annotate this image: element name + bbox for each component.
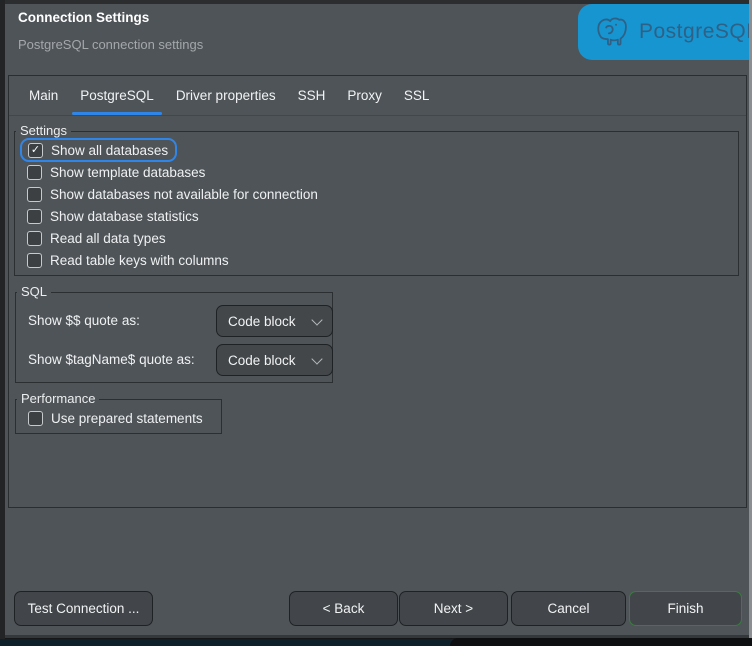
dollar-quote-label: Show $$ quote as: [28,313,140,328]
performance-group: Performance Use prepared statements [15,399,222,434]
dropdown-value: Code block [228,353,296,368]
dialog-top-edge [5,0,752,4]
cancel-button[interactable]: Cancel [511,591,626,626]
page-title: Connection Settings [18,10,149,25]
checkbox-unchecked[interactable] [27,253,42,268]
checkbox-row-read-all-data-types[interactable]: Read all data types [15,227,738,249]
tab-postgresql[interactable]: PostgreSQL [69,76,165,115]
checkbox-unchecked[interactable] [27,209,42,224]
finish-button[interactable]: Finish [629,591,742,626]
tab-driver-properties[interactable]: Driver properties [165,76,287,115]
checkbox-row-show-all-databases[interactable]: ✓ Show all databases [20,138,177,162]
dialog-bottom-edge [5,635,752,638]
test-connection-button[interactable]: Test Connection ... [14,591,153,626]
checkbox-unchecked[interactable] [28,411,43,426]
checkbox-label: Use prepared statements [51,411,203,426]
checkbox-row-show-template-databases[interactable]: Show template databases [15,161,738,183]
checkbox-unchecked[interactable] [27,187,42,202]
postgresql-logo-badge: PostgreSQL [578,4,752,60]
dollar-quote-dropdown[interactable]: Code block [216,305,333,337]
tab-ssl[interactable]: SSL [393,76,441,115]
tab-proxy[interactable]: Proxy [336,76,393,115]
settings-group: Settings ✓ Show all databases Show templ… [14,131,739,276]
tab-bar: Main PostgreSQL Driver properties SSH Pr… [9,76,746,116]
performance-group-legend: Performance [17,391,99,406]
connection-settings-dialog: Connection Settings PostgreSQL connectio… [5,0,752,638]
page-subtitle: PostgreSQL connection settings [18,37,203,52]
checkbox-row-use-prepared-statements[interactable]: Use prepared statements [16,407,221,429]
sql-group: SQL Show $$ quote as: Code block Show $t… [15,292,333,383]
background-window-corner [450,638,752,646]
checkbox-row-read-table-keys[interactable]: Read table keys with columns [15,249,738,271]
checkbox-label: Show databases not available for connect… [50,187,318,202]
tab-main[interactable]: Main [18,76,69,115]
tab-ssh[interactable]: SSH [287,76,337,115]
sql-group-legend: SQL [17,284,51,299]
postgresql-elephant-icon [594,14,630,50]
settings-checkbox-list: ✓ Show all databases Show template datab… [15,132,738,271]
chevron-down-icon [311,314,322,325]
background-taskbar-strip [0,639,462,646]
checkbox-checked-icon[interactable]: ✓ [28,143,43,158]
checkbox-label: Show database statistics [50,209,199,224]
checkbox-label: Read all data types [50,231,166,246]
checkbox-unchecked[interactable] [27,231,42,246]
tagname-quote-label: Show $tagName$ quote as: [28,352,195,367]
checkbox-label: Read table keys with columns [50,253,229,268]
checkbox-row-show-database-statistics[interactable]: Show database statistics [15,205,738,227]
back-button[interactable]: < Back [289,591,398,626]
checkbox-label: Show template databases [50,165,205,180]
checkbox-row-show-databases-not-available[interactable]: Show databases not available for connect… [15,183,738,205]
checkbox-label: Show all databases [51,143,168,158]
checkbox-unchecked[interactable] [27,165,42,180]
chevron-down-icon [311,353,322,364]
tagname-quote-dropdown[interactable]: Code block [216,344,333,376]
postgresql-logo-text: PostgreSQL [639,20,752,44]
settings-group-legend: Settings [16,123,71,138]
dropdown-value: Code block [228,314,296,329]
next-button[interactable]: Next > [399,591,508,626]
